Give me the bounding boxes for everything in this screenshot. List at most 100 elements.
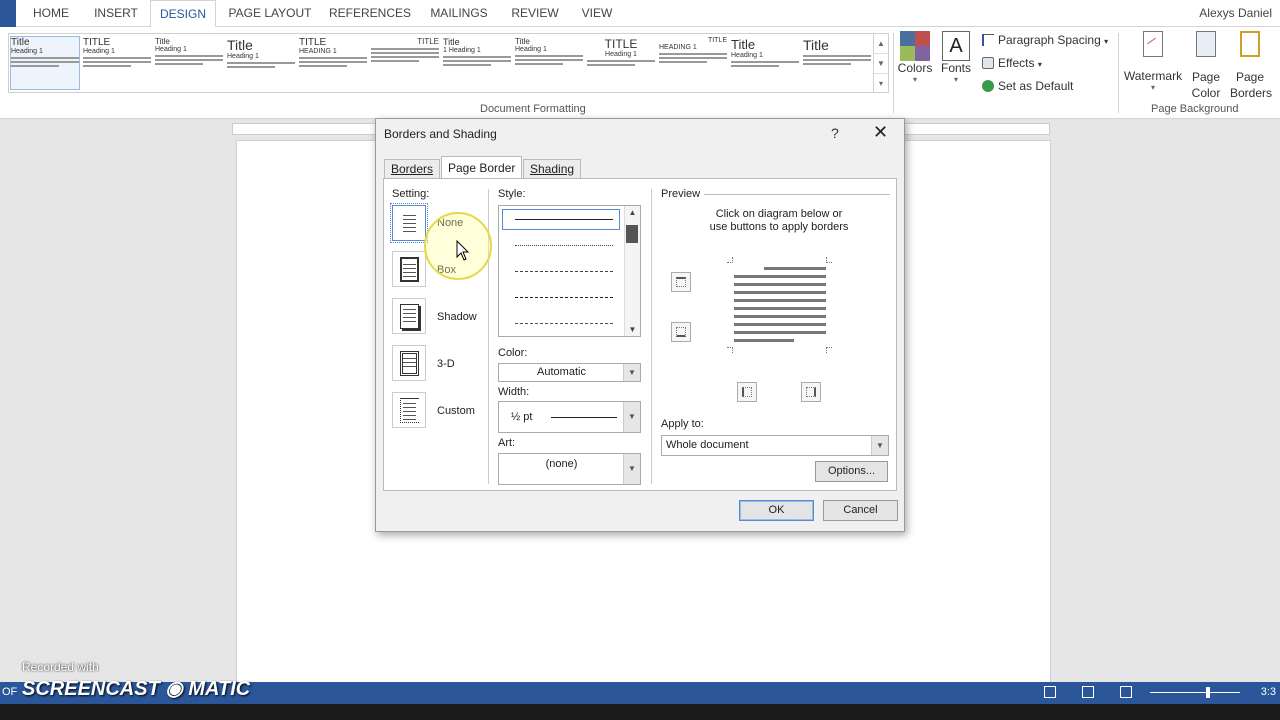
chevron-up-icon[interactable]: ▲ xyxy=(874,34,888,54)
preview-diagram[interactable] xyxy=(734,267,826,345)
chevron-down-icon: ▾ xyxy=(1150,83,1155,92)
style-set-item[interactable]: TITLE Heading 1 xyxy=(83,37,151,89)
bottom-border-button[interactable] xyxy=(671,322,691,342)
print-layout-icon[interactable] xyxy=(1082,686,1094,698)
style-set-item[interactable]: Title Heading 1 xyxy=(731,37,799,89)
chevron-down-icon[interactable]: ▼ xyxy=(625,325,640,334)
style-set-item[interactable]: Title Heading 1 xyxy=(10,36,80,90)
web-layout-icon[interactable] xyxy=(1120,686,1132,698)
width-select[interactable]: ½ pt ▼ xyxy=(498,401,641,433)
chevron-up-icon[interactable]: ▲ xyxy=(625,208,640,217)
color-select[interactable]: Automatic ▼ xyxy=(498,363,641,382)
style-set-title: TITLE xyxy=(83,37,111,48)
style-list[interactable]: ▲ ▼ xyxy=(498,205,641,337)
apply-to-select[interactable]: Whole document ▼ xyxy=(661,435,889,456)
more-icon[interactable]: ▾ xyxy=(874,74,888,94)
zoom-slider-thumb[interactable] xyxy=(1206,687,1210,698)
options-button[interactable]: Options... xyxy=(815,461,888,482)
chevron-down-icon[interactable]: ▼ xyxy=(871,436,888,455)
ribbon: Title Heading 1 TITLE Heading 1 Title He… xyxy=(0,27,1280,119)
tab-page-border[interactable]: Page Border xyxy=(441,156,523,179)
style-set-item[interactable]: Title Heading 1 xyxy=(227,37,295,89)
close-icon[interactable]: ✕ xyxy=(873,122,888,143)
colors-button[interactable]: Colors ▾ xyxy=(896,31,934,84)
tab-page-layout[interactable]: PAGE LAYOUT xyxy=(224,0,316,27)
chevron-down-icon[interactable]: ▼ xyxy=(874,54,888,74)
set-as-default-button[interactable]: Set as Default xyxy=(982,79,1073,93)
tab-page-border-label: Page Border xyxy=(448,161,516,175)
fonts-button[interactable]: A Fonts ▾ xyxy=(938,31,974,84)
tab-references[interactable]: REFERENCES xyxy=(328,0,412,27)
tab-shading[interactable]: Shading xyxy=(523,159,582,178)
setting-3d-icon[interactable] xyxy=(392,345,426,381)
style-dash-dot[interactable] xyxy=(515,323,613,324)
art-select[interactable]: (none) ▼ xyxy=(498,453,641,485)
setting-box-icon[interactable] xyxy=(392,251,426,287)
color-label: Color: xyxy=(498,347,528,359)
style-set-item[interactable]: Title Heading 1 xyxy=(155,37,223,89)
style-set-item[interactable]: TITLE HEADING 1 xyxy=(299,37,367,89)
setting-shadow-icon[interactable] xyxy=(392,298,426,334)
chevron-down-icon: ▾ xyxy=(1037,60,1042,69)
style-scrollbar[interactable]: ▲ ▼ xyxy=(624,206,640,336)
setting-shadow-label[interactable]: Shadow xyxy=(437,311,477,323)
style-set-item[interactable]: TITLE HEADING 1 xyxy=(659,37,727,89)
page-borders-button[interactable]: Page Borders xyxy=(1230,31,1272,101)
tab-insert[interactable]: INSERT xyxy=(88,0,144,27)
tab-view[interactable]: VIEW xyxy=(576,0,618,27)
chevron-down-icon[interactable]: ▼ xyxy=(623,364,640,381)
watermark-icon xyxy=(1143,31,1163,57)
style-dash-large[interactable] xyxy=(515,297,613,298)
tab-borders[interactable]: Borders xyxy=(384,159,441,178)
left-border-button[interactable] xyxy=(737,382,757,402)
top-border-button[interactable] xyxy=(671,272,691,292)
style-set-gallery: Title Heading 1 TITLE Heading 1 Title He… xyxy=(8,33,874,93)
tab-review[interactable]: REVIEW xyxy=(506,0,564,27)
cancel-button[interactable]: Cancel xyxy=(823,500,898,521)
chevron-down-icon: ▾ xyxy=(1104,37,1109,46)
art-value: (none) xyxy=(545,458,578,470)
chevron-down-icon[interactable]: ▼ xyxy=(623,402,640,432)
style-dash-small[interactable] xyxy=(515,271,613,272)
zoom-slider[interactable] xyxy=(1150,692,1240,693)
page-count[interactable]: OF xyxy=(2,686,17,698)
paragraph-spacing-icon xyxy=(982,34,994,46)
chevron-down-icon[interactable]: ▼ xyxy=(623,454,640,484)
style-set-title: TITLE xyxy=(299,37,327,48)
effects-icon xyxy=(982,57,994,69)
watermark-label: Watermark xyxy=(1123,69,1183,83)
read-mode-icon[interactable] xyxy=(1044,686,1056,698)
style-set-item[interactable]: TITLE Heading 1 xyxy=(587,37,655,89)
borders-and-shading-dialog: Borders and Shading ? ✕ Borders Page Bor… xyxy=(375,118,905,532)
color-palette-icon xyxy=(900,31,930,61)
setting-custom-label[interactable]: Custom xyxy=(437,405,475,417)
style-set-item[interactable]: TITLE xyxy=(371,37,439,89)
page-color-icon xyxy=(1196,31,1216,57)
ok-button[interactable]: OK xyxy=(739,500,814,521)
page-color-button[interactable]: Page Color xyxy=(1186,31,1226,101)
tab-design[interactable]: DESIGN xyxy=(150,0,216,28)
setting-3d-label[interactable]: 3-D xyxy=(437,358,455,370)
ribbon-tab-bar: HOME INSERT DESIGN PAGE LAYOUT REFERENCE… xyxy=(0,0,1280,28)
style-solid[interactable] xyxy=(515,219,613,220)
style-set-item[interactable]: Title xyxy=(803,37,871,89)
style-set-item[interactable]: Title Heading 1 xyxy=(515,37,583,89)
style-set-item[interactable]: Title 1 Heading 1 xyxy=(443,37,511,89)
colors-label: Colors xyxy=(897,61,933,75)
help-icon[interactable]: ? xyxy=(831,125,839,141)
file-tab[interactable] xyxy=(0,0,16,27)
tab-mailings[interactable]: MAILINGS xyxy=(424,0,494,27)
gallery-scroll[interactable]: ▲ ▼ ▾ xyxy=(874,33,889,93)
user-name[interactable]: Alexys Daniel xyxy=(1199,0,1272,27)
style-set-title: Title xyxy=(803,37,829,53)
style-dotted[interactable] xyxy=(515,245,613,246)
tab-home[interactable]: HOME xyxy=(22,0,80,27)
watermark-button[interactable]: Watermark ▾ xyxy=(1122,31,1184,92)
effects-button[interactable]: Effects ▾ xyxy=(982,56,1042,70)
style-set-title: Title xyxy=(443,37,460,47)
setting-none-icon[interactable] xyxy=(390,203,428,243)
paragraph-spacing-button[interactable]: Paragraph Spacing ▾ xyxy=(982,33,1108,47)
setting-custom-icon[interactable] xyxy=(392,392,426,428)
scroll-thumb[interactable] xyxy=(626,225,638,243)
right-border-button[interactable] xyxy=(801,382,821,402)
